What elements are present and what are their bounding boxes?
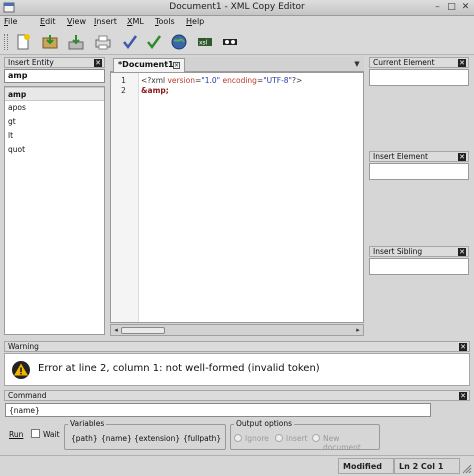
open-icon[interactable] [41, 33, 59, 51]
tab-label: *Document1 [118, 60, 174, 69]
close-icon[interactable]: ✕ [459, 392, 467, 400]
entity-item-quot[interactable]: quot [5, 143, 104, 157]
warning-icon [12, 361, 30, 379]
radio-ignore-label: Ignore [245, 434, 269, 443]
code-line-1: <?xml version="1.0" encoding="UTF-8"?> [141, 76, 303, 85]
scrollbar-thumb[interactable] [121, 327, 165, 334]
menu-xml[interactable]: XML [127, 17, 144, 26]
insert-sibling-header: Insert Sibling ✕ [369, 246, 469, 257]
minimize-icon[interactable]: – [432, 2, 443, 13]
entity-item-apos[interactable]: apos [5, 101, 104, 115]
wait-checkbox[interactable] [31, 429, 40, 438]
variable-path-button[interactable]: {path} [71, 434, 98, 443]
current-element-header: Current Element ✕ [369, 57, 469, 68]
entity-list: amp apos gt lt quot [4, 86, 105, 335]
command-title: Command [8, 391, 47, 400]
warning-title: Warning [8, 342, 39, 351]
insert-sibling-list[interactable] [369, 258, 469, 275]
line-number: 2 [121, 86, 126, 95]
insert-entity-title: Insert Entity [8, 58, 54, 67]
scroll-right-icon[interactable]: ▸ [354, 326, 362, 334]
menu-bar: File Edit View Insert XML Tools Help [0, 16, 474, 29]
xslt-icon[interactable]: xsl [196, 33, 214, 51]
entity-search-input[interactable]: amp [4, 69, 105, 83]
current-element-title: Current Element [373, 58, 435, 67]
resize-grip-icon[interactable] [462, 464, 472, 474]
entity-item-lt[interactable]: lt [5, 129, 104, 143]
code-editor[interactable]: 1 2 <?xml version="1.0" encoding="UTF-8"… [110, 72, 364, 323]
output-options-group: Output options Ignore Insert New documen… [230, 419, 380, 452]
horizontal-scrollbar[interactable]: ◂ ▸ [110, 324, 364, 336]
run-button[interactable]: Run [9, 430, 23, 439]
variable-fullpath-button[interactable]: {fullpath} [183, 434, 221, 443]
current-element-list[interactable] [369, 69, 469, 86]
new-document-icon[interactable] [14, 33, 32, 51]
status-bar: Modified Ln 2 Col 1 [0, 455, 474, 476]
variable-extension-button[interactable]: {extension} [134, 434, 180, 443]
insert-entity-header: Insert Entity ✕ [4, 57, 105, 68]
menu-file[interactable]: File [4, 17, 17, 26]
tab-document1[interactable]: *Document1 × [113, 58, 185, 72]
close-icon[interactable]: ✕ [459, 343, 467, 351]
close-window-icon[interactable]: ✕ [460, 2, 471, 13]
radio-new-document[interactable] [312, 434, 320, 442]
line-number: 1 [121, 76, 126, 85]
code-line-2: &amp; [141, 86, 169, 95]
print-icon[interactable] [94, 33, 112, 51]
variables-legend: Variables [68, 419, 107, 428]
menu-tools[interactable]: Tools [155, 17, 175, 26]
scroll-left-icon[interactable]: ◂ [112, 326, 120, 334]
warning-message: Error at line 2, column 1: not well-form… [38, 363, 320, 374]
insert-element-list[interactable] [369, 163, 469, 180]
line-gutter: 1 2 [111, 73, 139, 322]
menu-help[interactable]: Help [186, 17, 204, 26]
entity-item-amp[interactable]: amp [5, 87, 104, 101]
insert-sibling-title: Insert Sibling [373, 247, 423, 256]
svg-text:xsl: xsl [199, 40, 208, 47]
radio-ignore[interactable] [234, 434, 242, 442]
insert-element-title: Insert Element [373, 152, 428, 161]
toolbar-grip[interactable] [4, 34, 8, 50]
radio-insert[interactable] [275, 434, 283, 442]
close-icon[interactable]: ✕ [458, 59, 466, 67]
check-wellformed-icon[interactable] [121, 33, 139, 51]
command-header: Command ✕ [4, 390, 470, 401]
validate-icon[interactable] [145, 33, 163, 51]
close-icon[interactable]: ✕ [458, 153, 466, 161]
chevron-down-icon[interactable]: ▼ [353, 60, 361, 68]
status-position: Ln 2 Col 1 [394, 458, 460, 474]
variables-group: Variables {path} {name} {extension} {ful… [64, 419, 226, 450]
entity-item-gt[interactable]: gt [5, 115, 104, 129]
window-title: Document1 - XML Copy Editor [169, 2, 305, 12]
tab-close-icon[interactable]: × [173, 62, 180, 69]
output-options-legend: Output options [234, 419, 295, 428]
save-icon[interactable] [67, 33, 85, 51]
close-icon[interactable]: ✕ [94, 59, 102, 67]
menu-view[interactable]: View [67, 17, 86, 26]
warning-pane: Error at line 2, column 1: not well-form… [4, 353, 470, 386]
status-modified: Modified [338, 458, 394, 474]
menu-edit[interactable]: Edit [40, 17, 56, 26]
xpath-icon[interactable] [221, 33, 239, 51]
browser-icon[interactable] [170, 33, 188, 51]
close-icon[interactable]: ✕ [458, 248, 466, 256]
command-input[interactable]: {name} [5, 403, 431, 417]
wait-label: Wait [43, 430, 60, 439]
maximize-icon[interactable]: □ [446, 2, 457, 13]
radio-new-document-label: New document [323, 434, 361, 452]
variable-name-button[interactable]: {name} [101, 434, 132, 443]
radio-insert-label: Insert [286, 434, 308, 443]
insert-element-header: Insert Element ✕ [369, 151, 469, 162]
title-bar: Document1 - XML Copy Editor – □ ✕ [0, 0, 474, 16]
document-tabstrip: *Document1 × ▼ [110, 57, 364, 72]
menu-insert[interactable]: Insert [94, 17, 117, 26]
toolbar: xsl [0, 29, 474, 55]
warning-header: Warning ✕ [4, 341, 470, 352]
